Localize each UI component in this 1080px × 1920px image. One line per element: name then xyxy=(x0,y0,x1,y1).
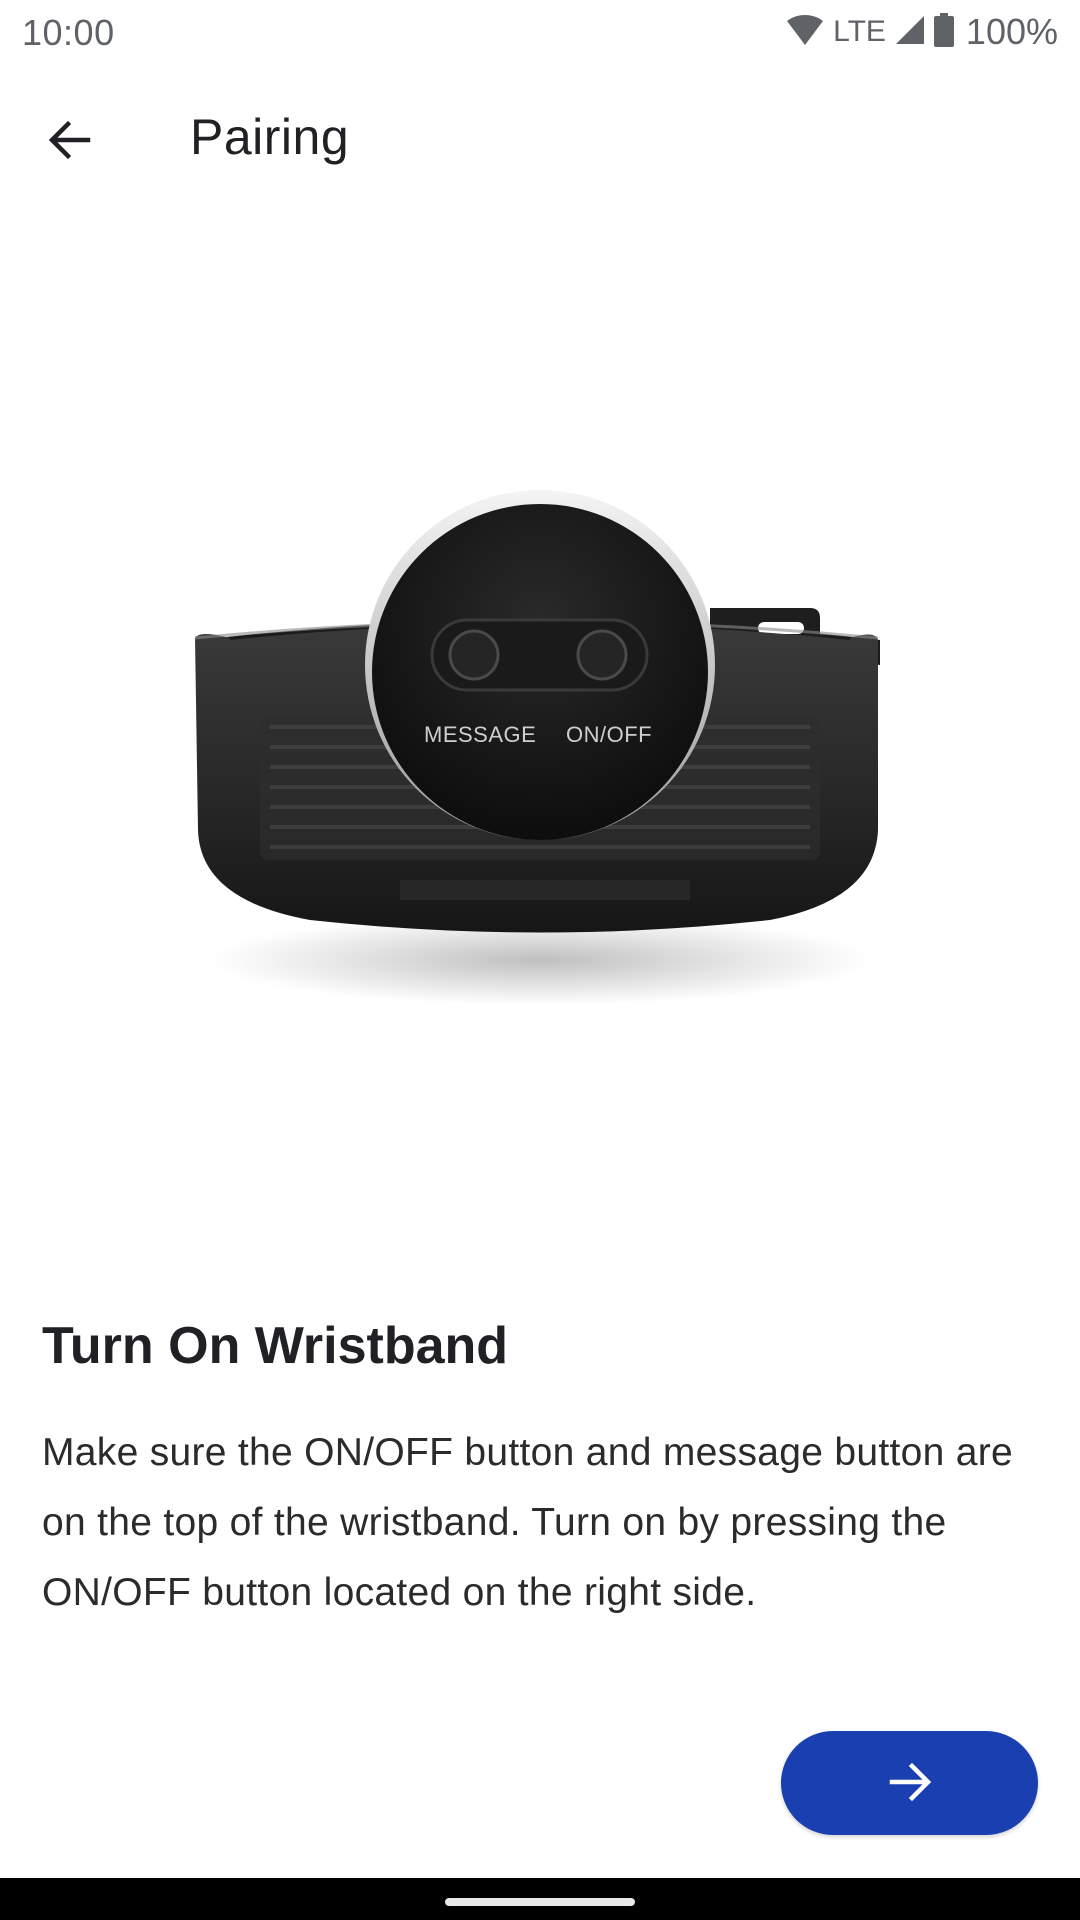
network-type: LTE xyxy=(833,15,886,48)
home-gesture-handle[interactable] xyxy=(445,1898,635,1906)
system-nav-bar xyxy=(0,1878,1080,1920)
instruction-heading: Turn On Wristband xyxy=(42,1317,509,1375)
status-time: 10:00 xyxy=(22,12,115,53)
wifi-icon xyxy=(785,13,825,52)
status-icons: LTE 100% xyxy=(785,10,1058,54)
back-button[interactable] xyxy=(30,102,110,182)
battery-percent: 100% xyxy=(965,11,1058,52)
status-bar: 10:00 LTE 100% xyxy=(0,0,1080,64)
battery-icon xyxy=(933,12,954,52)
pairing-screen: 10:00 LTE 100% Pairing MESSAGE ON/OFF Tu… xyxy=(0,0,1080,1920)
instruction-body: Make sure the ON/OFF button and message … xyxy=(42,1431,1013,1614)
app-bar: Pairing xyxy=(0,64,1080,212)
onoff-label: ON/OFF xyxy=(566,722,653,747)
arrow-right-icon xyxy=(886,1758,934,1809)
arrow-left-icon xyxy=(46,116,94,169)
next-button[interactable] xyxy=(781,1731,1038,1835)
signal-icon xyxy=(894,14,926,51)
page-title: Pairing xyxy=(190,109,350,165)
message-label: MESSAGE xyxy=(424,722,537,747)
wristband-image: MESSAGE ON/OFF xyxy=(170,490,910,1030)
